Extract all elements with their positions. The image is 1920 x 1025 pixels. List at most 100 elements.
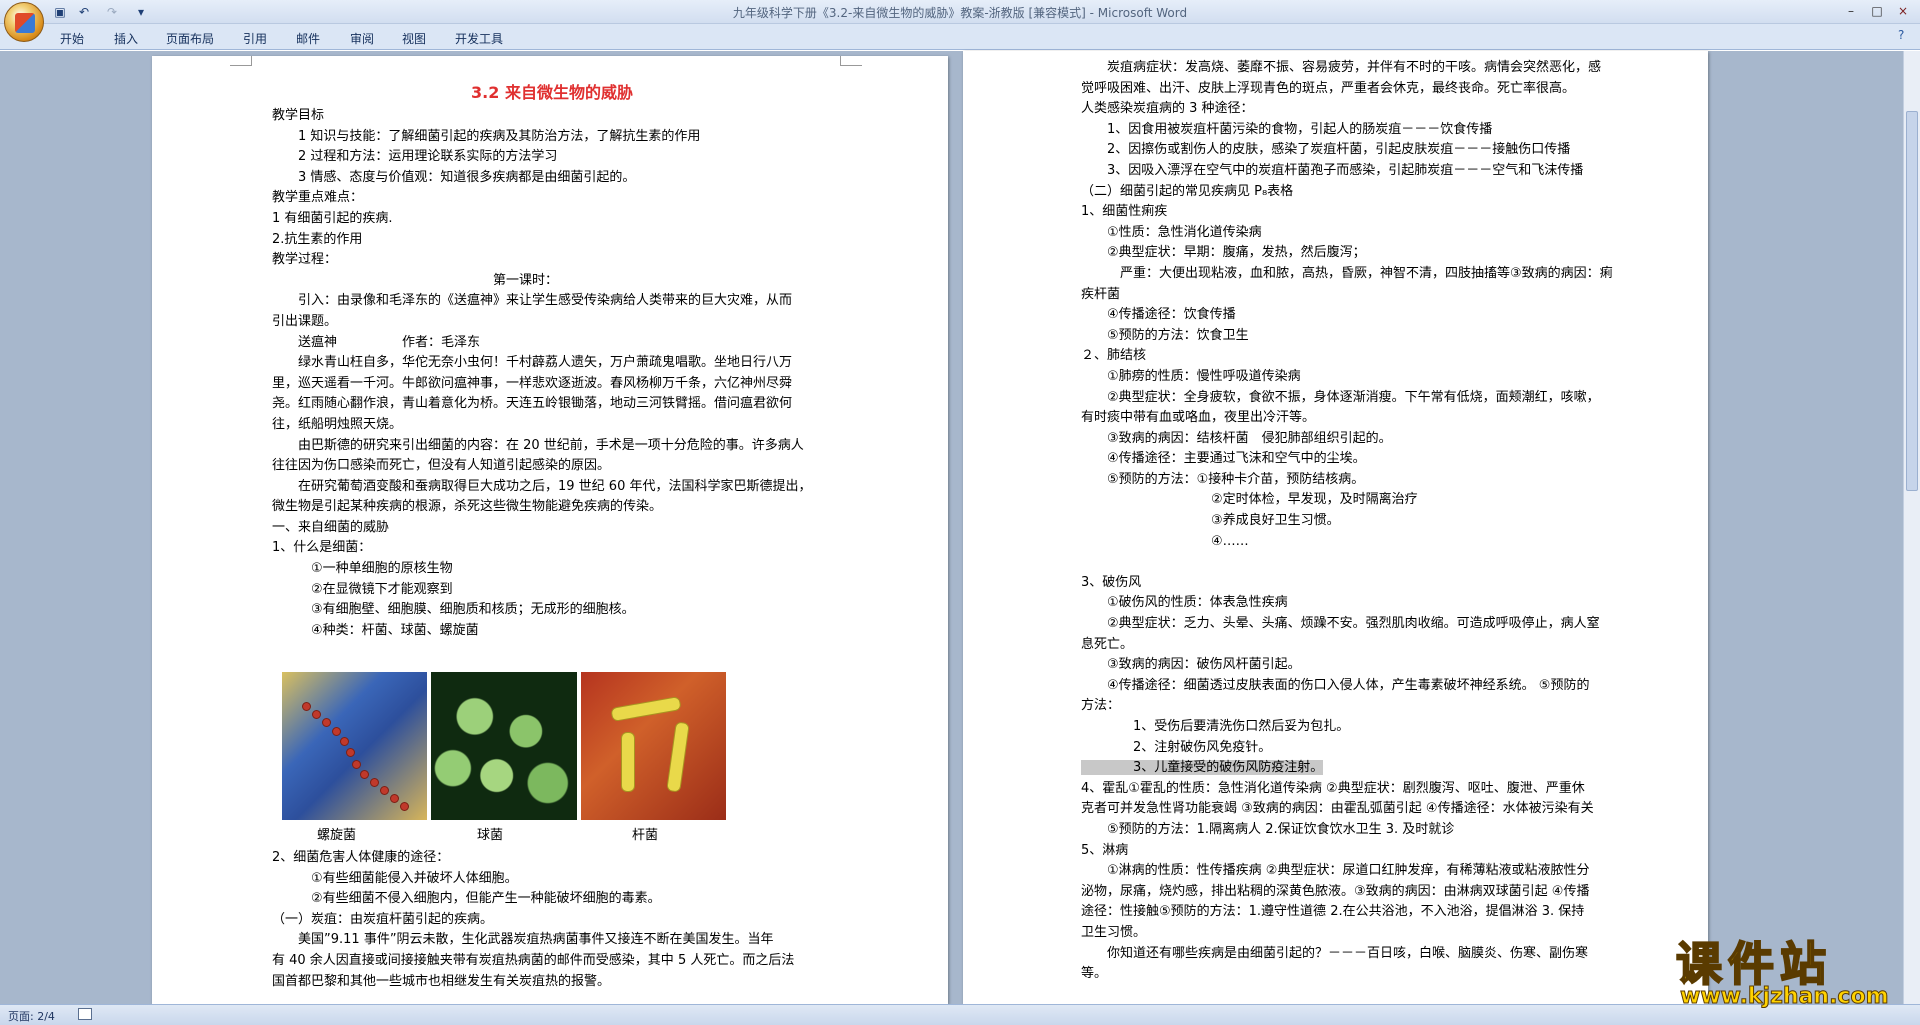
text-line: 1、细菌性痢疾	[1081, 204, 1168, 220]
text-line: 引入：由录像和毛泽东的《送瘟神》来让学生感受传染病给人类带来的巨大灾难，从而	[272, 293, 793, 309]
text-line: ②典型症状：全身疲软，食欲不振，身体逐渐消瘦。下午常有低烧，面颊潮红，咳嗽，	[1081, 389, 1600, 405]
text-line: 人类感染炭疽病的 3 种途径：	[1081, 101, 1254, 117]
text-line: 美国”9.11 事件”阴云未散，生化武器炭疽热病菌事件又接连不断在美国发生。当年	[272, 932, 774, 948]
text-line: ②典型症状：早期：腹痛，发热，然后腹泻；	[1081, 245, 1366, 261]
minimize-button[interactable]: –	[1840, 2, 1862, 20]
text-line: 教学目标	[272, 108, 325, 123]
text-line: 卫生习惯。	[1081, 924, 1147, 940]
text-line: ④……	[1081, 533, 1249, 549]
proofing-icon[interactable]	[78, 1008, 92, 1020]
text-line: 里，巡天遥看一千河。牛郎欲问瘟神事，一样悲欢逐逝波。春风杨柳万千条，六亿神州尽舜	[272, 375, 793, 391]
caption-bacillus: 杆菌	[632, 828, 659, 843]
text-line: 往往因为伤口感染而死亡，但没有人知道引起感染的原因。	[272, 458, 611, 474]
text-line: 严重：大便出现粘液，血和脓，高热，昏厥，神智不清，四肢抽搐等③致病的病因：痢	[1081, 265, 1613, 281]
text-line: ①淋病的性质：性传播疾病 ②典型症状：尿道口红肿发痒，有稀薄粘液或粘液脓性分	[1081, 863, 1590, 879]
text-line: 息死亡。	[1081, 636, 1134, 652]
text-line: 你知道还有哪些疾病是由细菌引起的？－－－百日咳，白喉、脑膜炎、伤寒、副伤寒	[1081, 945, 1589, 961]
text-line: 方法：	[1081, 698, 1121, 714]
text-line: ①肺痨的性质：慢性呼吸道传染病	[1081, 368, 1301, 384]
text-line: 炭疽病症状：发高烧、萎靡不振、容易疲劳，并伴有不时的干咳。病情会突然恶化，感	[1081, 60, 1602, 75]
text-line: ⑤预防的方法：饮食卫生	[1081, 327, 1249, 343]
coccus-image	[431, 672, 577, 820]
left-page-text-bottom: 2、细菌危害人体健康的途径： ①有些细菌能侵入并破坏人体细胞。 ②有些细菌不侵入…	[272, 848, 832, 992]
text-line: 1 知识与技能：了解细菌引起的疾病及其防治方法，了解抗生素的作用	[272, 128, 701, 144]
text-line: ①性质：急性消化道传染病	[1081, 224, 1262, 240]
title-bar: ▣ ↶ ↷ ▾ 九年级科学下册《3.2-来自微生物的威胁》教案-浙教版 [兼容模…	[0, 0, 1920, 24]
text-line: 5、淋病	[1081, 842, 1129, 858]
close-button[interactable]: ×	[1892, 2, 1914, 20]
crop-mark	[840, 56, 862, 66]
text-line: ③有细胞壁、细胞膜、细胞质和核质；无成形的细胞核。	[272, 602, 635, 618]
selected-text[interactable]: 3、儿童接受的破伤风防疫注射。	[1081, 760, 1324, 776]
text-line: 1、什么是细菌：	[272, 540, 372, 556]
document-title: 3.2 来自微生物的威胁	[471, 83, 633, 102]
ribbon-tabs: 开始 插入 页面布局 引用 邮件 审阅 视图 开发工具 ?	[0, 24, 1920, 50]
tab-page-layout[interactable]: 页面布局	[166, 30, 214, 47]
crop-mark	[230, 56, 252, 66]
text-line: 4、霍乱①霍乱的性质：急性消化道传染病 ②典型症状：剧烈腹泻、呕吐、腹泄、严重休	[1081, 780, 1585, 796]
bacteria-figure	[282, 672, 726, 820]
text-line: 教学过程：	[272, 252, 338, 268]
text-line: ②在显微镜下才能观察到	[272, 581, 453, 597]
tab-developer[interactable]: 开发工具	[455, 30, 503, 47]
help-icon[interactable]: ?	[1898, 28, 1904, 42]
text-line: ④传播途径：主要通过飞沫和空气中的尘埃。	[1081, 451, 1366, 467]
text-line: ⑤预防的方法：1.隔离病人 2.保证饮食饮水卫生 3. 及时就诊	[1081, 821, 1455, 837]
document-page-left[interactable]: 3.2 来自微生物的威胁 教学目标 1 知识与技能：了解细菌引起的疾病及其防治方…	[152, 56, 948, 1004]
text-line: ②典型症状：乏力、头晕、头痛、烦躁不安。强烈肌肉收缩。可造成呼吸停止，病人窒	[1081, 616, 1600, 632]
text-line: ④种类：杆菌、球菌、螺旋菌	[272, 622, 479, 638]
text-line: 2、因擦伤或割伤人的皮肤，感染了炭疽杆菌，引起皮肤炭疽－－－接触伤口传播	[1081, 142, 1571, 158]
text-line: 3 情感、态度与价值观：知道很多疾病都是由细菌引起的。	[272, 169, 636, 185]
text-line: 在研究葡萄酒变酸和蚕病取得巨大成功之后，19 世纪 60 年代，法国科学家巴斯德…	[272, 478, 812, 494]
watermark-logo: 课件站 www.kjzhan.com	[1675, 928, 1906, 1010]
text-line: ③致病的病因：破伤风杆菌引起。	[1081, 657, 1301, 673]
status-bar: 页面: 2/4	[0, 1004, 1920, 1025]
tab-home[interactable]: 开始	[60, 30, 84, 47]
text-line: 疾杆菌	[1081, 286, 1121, 302]
text-line: 途径：性接触⑤预防的方法：1.遵守性道德 2.在公共浴池，不入池浴，提倡淋浴 3…	[1081, 904, 1585, 920]
text-line: 觉呼吸困难、出汗、皮肤上浮现青色的斑点，严重者会休克，最终丧命。死亡率很高。	[1081, 80, 1576, 96]
text-line: （一）炭疽：由炭疽杆菌引起的疾病。	[272, 911, 494, 927]
tab-insert[interactable]: 插入	[114, 30, 138, 47]
tab-mailings[interactable]: 邮件	[296, 30, 320, 47]
text-line: 2 过程和方法：运用理论联系实际的方法学习	[272, 149, 558, 165]
text-line: 微生物是引起某种疾病的根源，杀死这些微生物能避免疾病的传染。	[272, 499, 663, 515]
vertical-scrollbar[interactable]	[1903, 51, 1920, 1004]
text-line: 有 40 余人因直接或间接接触夹带有炭疽热病菌的邮件而受感染，其中 5 人死亡。…	[272, 952, 795, 968]
text-line: 1、受伤后要清洗伤口然后妥为包扎。	[1081, 719, 1350, 734]
text-line: 国首都巴黎和其他一些城市也相继发生有关炭疽热的报警。	[272, 973, 611, 989]
tab-references[interactable]: 引用	[243, 30, 267, 47]
text-line: 第一课时：	[272, 272, 559, 288]
text-line: ②定时体检，早发现，及时隔离治疗	[1081, 492, 1418, 508]
text-line: ①有些细菌能侵入并破坏人体细胞。	[272, 870, 518, 886]
text-line: ④传播途径：细菌透过皮肤表面的伤口入侵人体，产生毒素破坏神经系统。 ⑤预防的	[1081, 677, 1590, 693]
document-workspace: 3.2 来自微生物的威胁 教学目标 1 知识与技能：了解细菌引起的疾病及其防治方…	[0, 51, 1920, 1004]
text-line: 克者可并发急性肾功能衰竭 ③致病的病因：由霍乱弧菌引起 ④传播途径：水体被污染有…	[1081, 801, 1594, 817]
text-line: 送瘟神 作者：毛泽东	[272, 334, 481, 350]
text-line: 3、破伤风	[1081, 574, 1142, 590]
text-line: 由巴斯德的研究来引出细菌的内容：在 20 世纪前，手术是一项十分危险的事。许多病…	[272, 437, 804, 453]
text-line: 2.抗生素的作用	[272, 231, 363, 247]
page-indicator[interactable]: 页面: 2/4	[8, 1008, 55, 1024]
text-line: 教学重点难点：	[272, 190, 364, 206]
text-line: 3、儿童接受的破伤风防疫注射。	[1081, 758, 1661, 779]
tab-review[interactable]: 审阅	[350, 30, 374, 47]
text-line: 1 有细菌引起的疾病.	[272, 210, 393, 226]
text-line: 泌物，尿痛，烧灼感，排出粘稠的深黄色脓液。③致病的病因：由淋病双球菌引起 ④传播	[1081, 883, 1590, 899]
scrollbar-thumb[interactable]	[1906, 111, 1918, 491]
tab-view[interactable]: 视图	[402, 30, 426, 47]
text-line: 一、来自细菌的威胁	[272, 519, 390, 535]
text-line: ２、肺结核	[1081, 348, 1147, 364]
text-line: ⑤预防的方法：①接种卡介苗，预防结核病。	[1081, 471, 1365, 487]
spirillum-image	[282, 672, 428, 820]
text-line: （二）细菌引起的常见疾病见 P₈表格	[1081, 183, 1294, 199]
right-page-text: 炭疽病症状：发高烧、萎靡不振、容易疲劳，并伴有不时的干咳。病情会突然恶化，感 觉呼…	[1081, 58, 1661, 985]
office-button[interactable]	[4, 2, 44, 42]
text-line: ④传播途径：饮食传播	[1081, 307, 1236, 323]
document-page-right[interactable]: 炭疽病症状：发高烧、萎靡不振、容易疲劳，并伴有不时的干咳。病情会突然恶化，感 觉呼…	[963, 51, 1708, 1004]
left-page-text-top: 教学目标 1 知识与技能：了解细菌引起的疾病及其防治方法，了解抗生素的作用 2 …	[272, 106, 832, 641]
maximize-button[interactable]: □	[1866, 2, 1888, 20]
text-line: 2、注射破伤风免疫针。	[1081, 739, 1272, 755]
text-line: 尧。红雨随心翻作浪，青山着意化为桥。天连五岭银锄落，地动三河铁臂摇。借问瘟君欲何	[272, 396, 793, 412]
text-line: 引出课题。	[272, 313, 338, 329]
